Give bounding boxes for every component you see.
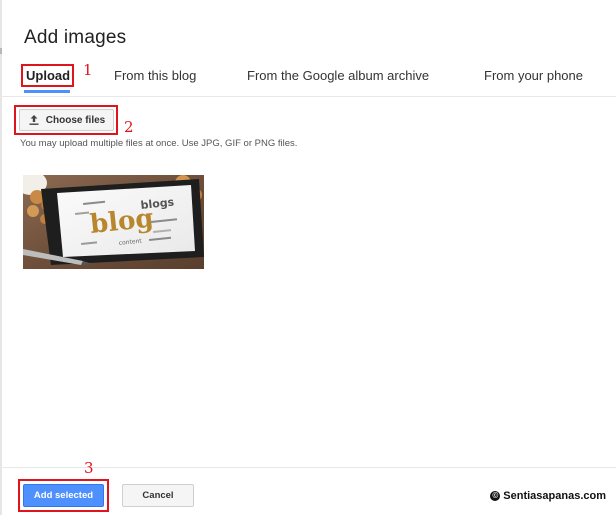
active-tab-indicator <box>24 90 70 93</box>
annotation-number-3: 3 <box>84 459 94 477</box>
copyright-icon: © <box>490 491 501 501</box>
upload-icon <box>29 115 39 125</box>
annotation-number-1: 1 <box>83 61 93 79</box>
dialog-title: Add images <box>24 27 127 48</box>
tab-upload[interactable]: Upload <box>26 68 70 83</box>
add-selected-button[interactable]: Add selected <box>23 484 104 507</box>
add-images-dialog: Add images Upload From this blog From th… <box>0 0 616 515</box>
blog-tablet-image: blog blogs content <box>23 175 204 269</box>
choose-files-button[interactable]: Choose files <box>19 109 114 131</box>
tabs-divider <box>0 96 616 97</box>
tab-from-this-blog[interactable]: From this blog <box>114 68 196 83</box>
upload-hint: You may upload multiple files at once. U… <box>20 138 298 149</box>
tab-google-album-archive[interactable]: From the Google album archive <box>247 68 429 83</box>
uploaded-image-thumbnail[interactable]: blog blogs content <box>23 175 204 269</box>
annotation-number-2: 2 <box>124 118 134 136</box>
tab-from-your-phone[interactable]: From your phone <box>484 68 583 83</box>
choose-files-label: Choose files <box>45 114 106 126</box>
watermark: © Sentiasapanas.com <box>490 490 606 502</box>
watermark-text: Sentiasapanas.com <box>503 490 606 502</box>
cancel-button[interactable]: Cancel <box>122 484 194 507</box>
